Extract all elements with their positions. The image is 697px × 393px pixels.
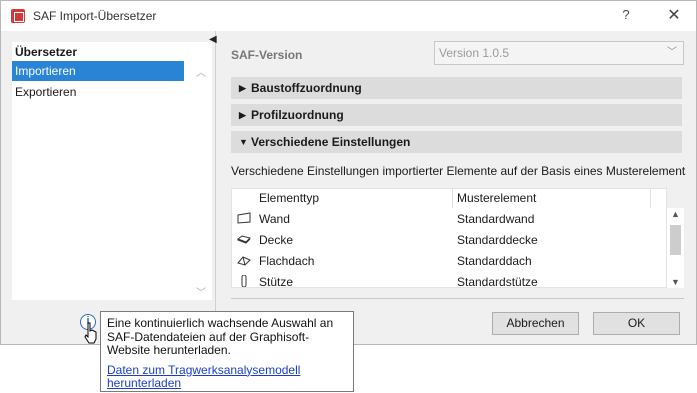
cell-musterelement: Standarddach [457, 254, 532, 268]
cell-elementtyp: Wand [259, 212, 290, 226]
scroll-up-icon[interactable]: ▲ [667, 209, 684, 219]
sidebar-item-uebersetzer[interactable]: Übersetzer [12, 42, 184, 62]
section-label: Baustoffzuordnung [251, 81, 362, 95]
divider-line [231, 298, 684, 299]
dialog-window: SAF Import-Übersetzer ? ✕ Übersetzer Imp… [0, 0, 697, 345]
settings-description: Verschiedene Einstellungen importierter … [231, 164, 686, 178]
cell-elementtyp: Decke [259, 233, 294, 247]
scroll-down-icon[interactable]: ﹀ [192, 284, 210, 299]
app-icon [11, 9, 25, 23]
column-header-elementtyp[interactable]: Elementtyp [259, 189, 319, 208]
cell-elementtyp: Stütze [259, 275, 294, 289]
section-label: Profilzuordnung [251, 108, 344, 122]
sidebar: Übersetzer Importieren Exportieren ︿ ﹀ [12, 42, 212, 300]
scroll-up-icon[interactable]: ︿ [192, 64, 210, 79]
sidebar-scrollbar[interactable]: ︿ ﹀ [192, 62, 210, 300]
expand-right-icon: ▶ [239, 110, 246, 120]
download-link[interactable]: Daten zum Tragwerksanalysemodell herunte… [107, 363, 347, 391]
hand-cursor-icon [84, 322, 97, 344]
scrollbar-thumb[interactable] [670, 225, 681, 255]
column-separator[interactable] [452, 189, 453, 208]
roof-icon [237, 256, 251, 266]
wall-icon [237, 212, 251, 224]
cell-elementtyp: Flachdach [259, 254, 315, 268]
table-row[interactable]: Wand Standardwand [232, 208, 668, 229]
table-row[interactable]: Decke Standarddecke [232, 229, 668, 250]
column-header-musterelement[interactable]: Musterelement [457, 189, 536, 208]
close-button[interactable]: ✕ [661, 5, 687, 27]
table-row[interactable]: Flachdach Standarddach [232, 250, 668, 271]
saf-version-label: SAF-Version [231, 48, 303, 62]
scroll-down-icon[interactable]: ▼ [667, 277, 684, 287]
slab-icon [237, 235, 251, 244]
column-icon [241, 275, 247, 287]
cell-musterelement: Standarddecke [457, 233, 538, 247]
title-bar[interactable]: SAF Import-Übersetzer ? ✕ [1, 1, 696, 31]
table-scrollbar[interactable]: ▲ ▼ [667, 208, 684, 288]
section-baustoffzuordnung[interactable]: ▶ Baustoffzuordnung [231, 77, 682, 99]
sidebar-item-exportieren[interactable]: Exportieren [12, 82, 184, 102]
collapse-left-icon[interactable]: ◀ [209, 34, 217, 45]
version-select[interactable]: Version 1.0.5 ﹀ [434, 41, 684, 65]
tooltip-text: Eine kontinuierlich wachsende Auswahl an… [107, 316, 334, 357]
table-row[interactable]: Stütze Standardstütze [232, 271, 668, 292]
cancel-button[interactable]: Abbrechen [492, 312, 579, 335]
window-title: SAF Import-Übersetzer [33, 9, 157, 23]
column-separator[interactable] [650, 189, 651, 208]
sidebar-item-importieren[interactable]: Importieren [12, 61, 184, 81]
section-label: Verschiedene Einstellungen [251, 135, 411, 149]
version-value: Version 1.0.5 [439, 46, 510, 60]
expand-down-icon: ▼ [239, 137, 248, 147]
cell-musterelement: Standardstütze [457, 275, 538, 289]
element-table: Elementtyp Musterelement Wand Standardwa… [231, 188, 668, 289]
main-panel: SAF-Version Version 1.0.5 ﹀ ▶ Baustoffzu… [231, 41, 686, 303]
chevron-down-icon: ﹀ [667, 47, 677, 58]
help-button[interactable]: ? [616, 7, 636, 25]
tooltip: Eine kontinuierlich wachsende Auswahl an… [100, 311, 354, 392]
cell-musterelement: Standardwand [457, 212, 535, 226]
section-profilzuordnung[interactable]: ▶ Profilzuordnung [231, 104, 682, 126]
splitter[interactable] [215, 31, 216, 311]
expand-right-icon: ▶ [239, 83, 246, 93]
section-verschiedene-einstellungen[interactable]: ▼ Verschiedene Einstellungen [231, 131, 682, 153]
ok-button[interactable]: OK [593, 312, 680, 335]
